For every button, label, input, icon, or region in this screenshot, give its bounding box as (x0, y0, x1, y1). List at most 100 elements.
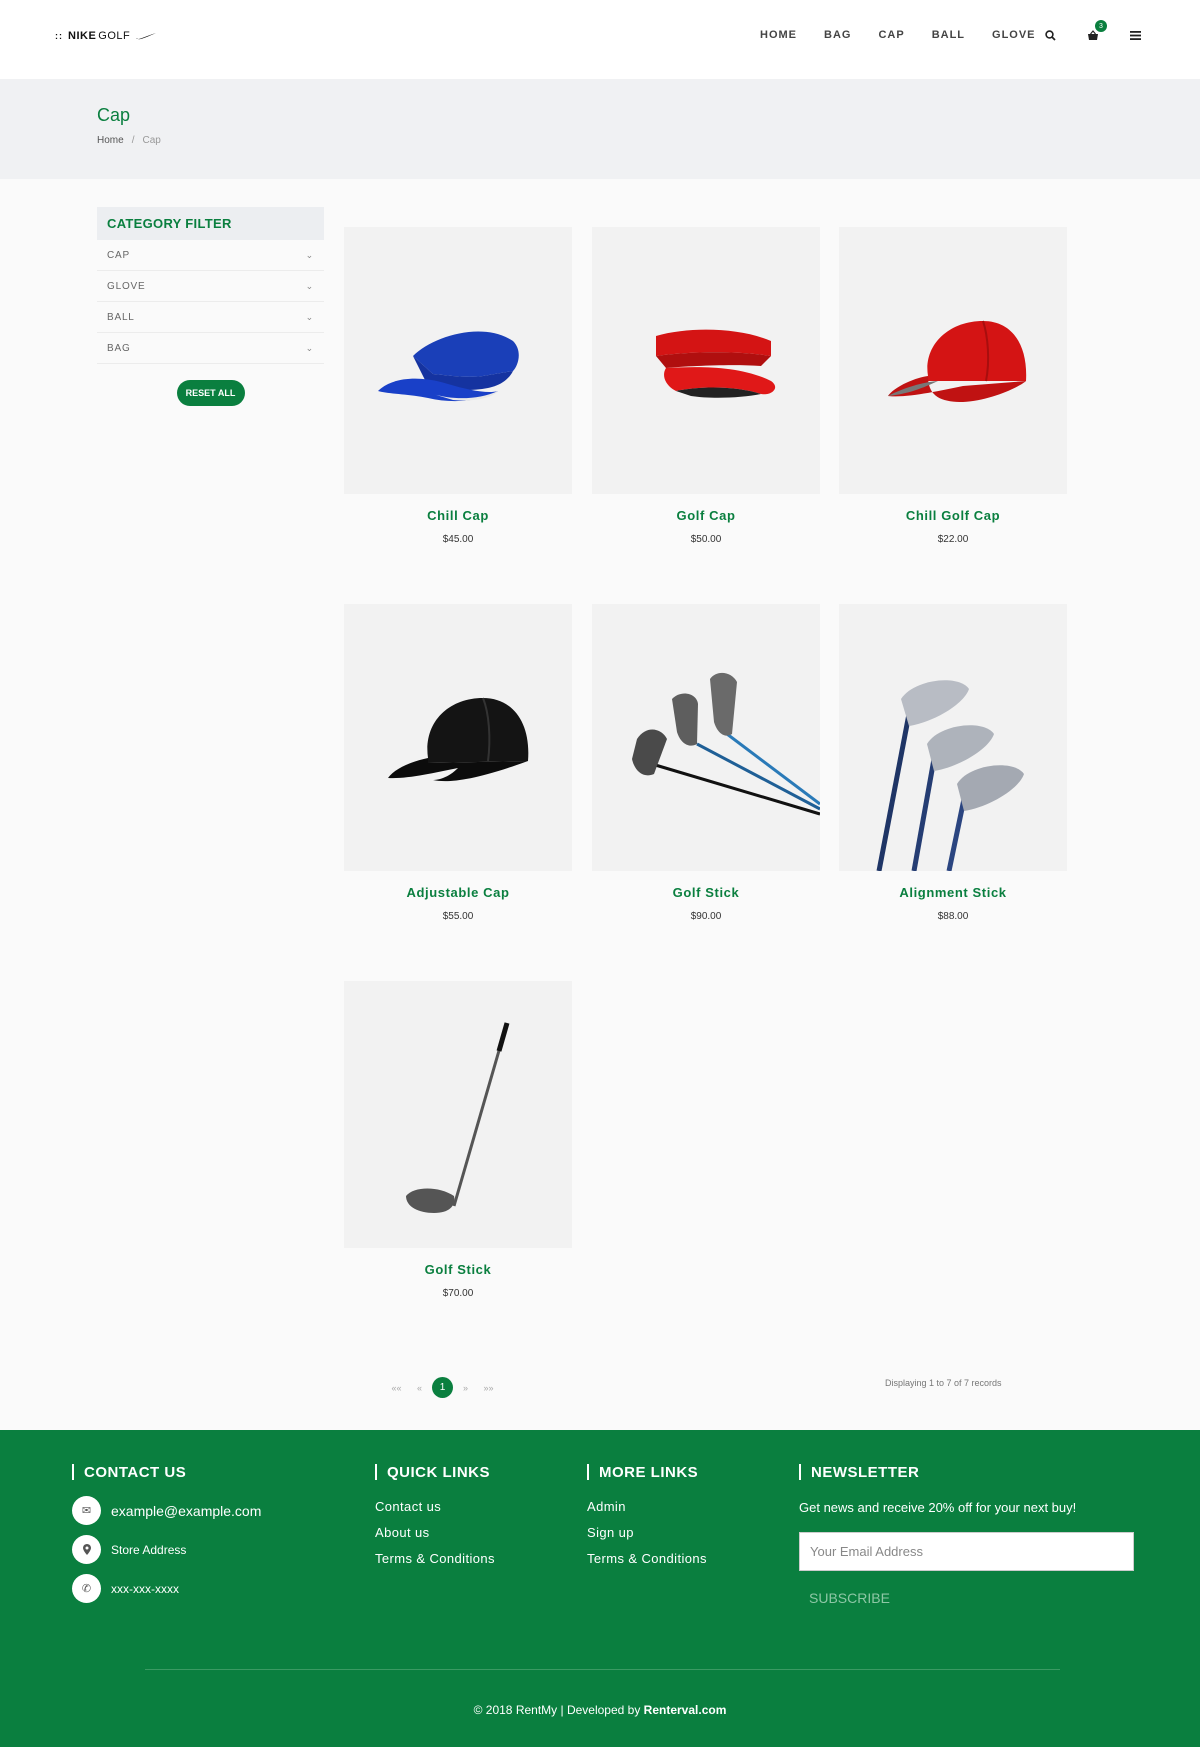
product-price: $55.00 (442, 911, 474, 922)
more-links-title: MORE LINKS (587, 1464, 707, 1481)
product-name[interactable]: Chill Golf Cap (839, 508, 1067, 523)
nav-ball[interactable]: BALL (932, 29, 965, 41)
product-price: $88.00 (937, 911, 969, 922)
product-name[interactable]: Adjustable Cap (344, 885, 572, 900)
filter-item-label: BALL (107, 311, 135, 323)
red-visor-image[interactable] (592, 227, 820, 494)
footer-link-signup[interactable]: Sign up (587, 1525, 707, 1540)
product-card[interactable]: Golf Stick $90.00 (592, 604, 820, 922)
logo-dots: :: (55, 31, 63, 41)
breadcrumb-separator: / (131, 135, 135, 146)
chevron-down-icon: ⌄ (305, 311, 314, 322)
iron-clubs-image[interactable] (839, 604, 1067, 871)
site-header: :: NIKE GOLF HOME BAG CAP BALL GLOVE 3 (0, 0, 1200, 79)
reset-all-button[interactable]: RESET ALL (176, 380, 245, 406)
footer-link-about[interactable]: About us (375, 1525, 495, 1540)
breadcrumb-home[interactable]: Home (97, 135, 124, 146)
filter-item-bag[interactable]: BAG ⌄ (97, 333, 324, 364)
nav-home[interactable]: HOME (760, 29, 797, 41)
filter-item-label: CAP (107, 249, 130, 261)
search-icon[interactable] (1042, 27, 1058, 43)
map-pin-icon (72, 1535, 101, 1564)
page-prev[interactable]: « (408, 1383, 431, 1393)
quick-links-title: QUICK LINKS (375, 1464, 495, 1481)
menu-icon[interactable] (1127, 27, 1143, 43)
breadcrumb-current: Cap (142, 135, 161, 146)
category-sidebar: CATEGORY FILTER CAP ⌄ GLOVE ⌄ BALL ⌄ BAG… (97, 207, 324, 406)
developer-link[interactable]: Renterval.com (644, 1703, 727, 1717)
contact-email-row: ✉ example@example.com (72, 1496, 261, 1525)
contact-address-row: Store Address (72, 1535, 261, 1564)
nav-glove[interactable]: GLOVE (992, 29, 1036, 41)
page-banner: Cap Home / Cap (0, 79, 1200, 179)
filter-item-label: BAG (107, 342, 131, 354)
footer-link-terms[interactable]: Terms & Conditions (375, 1551, 495, 1566)
filter-item-glove[interactable]: GLOVE ⌄ (97, 271, 324, 302)
product-price: $50.00 (690, 534, 722, 545)
product-name[interactable]: Golf Cap (592, 508, 820, 523)
product-price: $90.00 (690, 911, 722, 922)
contact-title: CONTACT US (72, 1464, 261, 1481)
chevron-down-icon: ⌄ (305, 280, 314, 291)
blue-visor-image[interactable] (344, 227, 572, 494)
footer-divider (145, 1669, 1060, 1670)
site-footer: CONTACT US ✉ example@example.com Store A… (0, 1430, 1200, 1747)
footer-link-contact[interactable]: Contact us (375, 1499, 495, 1514)
envelope-icon: ✉ (72, 1496, 101, 1525)
product-card[interactable]: Golf Cap $50.00 (592, 227, 820, 545)
black-cap-image[interactable] (344, 604, 572, 871)
product-card[interactable]: Adjustable Cap $55.00 (344, 604, 572, 922)
newsletter-text: Get news and receive 20% off for your ne… (799, 1500, 1077, 1515)
filter-item-ball[interactable]: BALL ⌄ (97, 302, 324, 333)
newsletter-title: NEWSLETTER (799, 1464, 1200, 1481)
logo-golf-text: GOLF (98, 30, 131, 42)
newsletter-section: NEWSLETTER Get news and receive 20% off … (799, 1464, 1200, 1608)
more-links-section: MORE LINKS Admin Sign up Terms & Conditi… (587, 1464, 707, 1566)
contact-section: CONTACT US ✉ example@example.com Store A… (72, 1464, 261, 1603)
phone-icon: ✆ (72, 1574, 101, 1603)
page-last[interactable]: »» (477, 1383, 500, 1393)
newsletter-email-input[interactable] (799, 1532, 1134, 1571)
contact-phone-row: ✆ xxx-xxx-xxxx (72, 1574, 261, 1603)
chevron-down-icon: ⌄ (305, 342, 314, 353)
quick-links-section: QUICK LINKS Contact us About us Terms & … (375, 1464, 495, 1566)
nav-bag[interactable]: BAG (824, 29, 851, 41)
product-card[interactable]: Golf Stick $70.00 (344, 981, 572, 1299)
page-first[interactable]: «« (385, 1383, 408, 1393)
cart-count-badge: 3 (1095, 20, 1107, 32)
product-card[interactable]: Alignment Stick $88.00 (839, 604, 1067, 922)
cart-icon[interactable]: 3 (1085, 20, 1107, 43)
pagination: «« « 1 » »» (385, 1377, 500, 1398)
contact-address: Store Address (111, 1542, 187, 1557)
page-title: Cap (97, 105, 131, 125)
red-cap-image[interactable] (839, 227, 1067, 494)
product-card[interactable]: Chill Cap $45.00 (344, 227, 572, 545)
page-current[interactable]: 1 (432, 1377, 453, 1398)
product-name[interactable]: Golf Stick (344, 1262, 572, 1277)
chevron-down-icon: ⌄ (305, 249, 314, 260)
product-name[interactable]: Chill Cap (344, 508, 572, 523)
product-price: $70.00 (442, 1288, 474, 1299)
nikegolf-logo[interactable]: :: NIKE GOLF (55, 30, 157, 42)
footer-link-terms-more[interactable]: Terms & Conditions (587, 1551, 707, 1566)
product-name[interactable]: Alignment Stick (839, 885, 1067, 900)
product-card[interactable]: Chill Golf Cap $22.00 (839, 227, 1067, 545)
footer-link-admin[interactable]: Admin (587, 1499, 707, 1514)
product-name[interactable]: Golf Stick (592, 885, 820, 900)
product-price: $22.00 (937, 534, 969, 545)
driver-club-image[interactable] (344, 981, 572, 1248)
category-filter-title: CATEGORY FILTER (97, 207, 324, 240)
copyright-text: © 2018 RentMy | Developed by (473, 1703, 641, 1717)
subscribe-button[interactable]: SUBSCRIBE (809, 1590, 890, 1606)
swoosh-icon (136, 33, 157, 40)
nav-cap[interactable]: CAP (878, 29, 904, 41)
breadcrumb: Home / Cap (97, 135, 161, 146)
filter-item-cap[interactable]: CAP ⌄ (97, 240, 324, 271)
page-next[interactable]: » (454, 1383, 477, 1393)
contact-email[interactable]: example@example.com (111, 1503, 261, 1519)
logo-nike-text: NIKE (68, 30, 97, 42)
main-nav: HOME BAG CAP BALL GLOVE (760, 29, 1063, 41)
golf-clubs-image[interactable] (592, 604, 820, 871)
records-count: Displaying 1 to 7 of 7 records (885, 1378, 1002, 1388)
contact-phone[interactable]: xxx-xxx-xxxx (111, 1582, 179, 1596)
